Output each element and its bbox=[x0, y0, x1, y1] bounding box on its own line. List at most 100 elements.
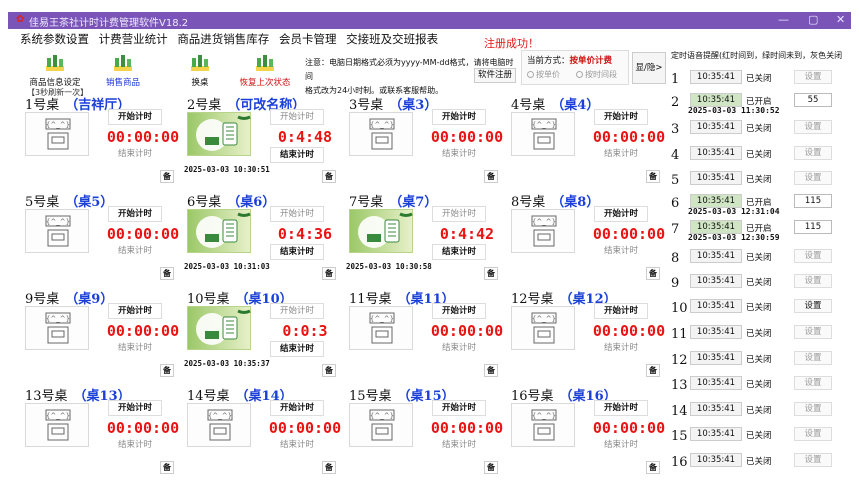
note-button[interactable]: 备 bbox=[322, 461, 336, 474]
tea-table-icon[interactable]: {^_^} bbox=[511, 306, 575, 350]
end-timer-button[interactable]: 结束计时 bbox=[432, 341, 486, 357]
note-button[interactable]: 备 bbox=[646, 461, 660, 474]
menu-inventory[interactable]: 商品进货销售库存 bbox=[177, 32, 269, 46]
reminder-time-field[interactable]: 10:35:41 bbox=[690, 171, 742, 185]
note-button[interactable]: 备 bbox=[322, 170, 336, 183]
reminder-set-button[interactable]: 设置 bbox=[794, 427, 832, 441]
end-timer-button[interactable]: 结束计时 bbox=[432, 244, 486, 260]
reminder-set-button[interactable]: 设置 bbox=[794, 70, 832, 84]
maximize-button[interactable]: ▢ bbox=[808, 13, 818, 26]
menu-member-card[interactable]: 会员卡管理 bbox=[279, 32, 337, 46]
reminder-set-button[interactable]: 设置 bbox=[794, 249, 832, 263]
end-timer-button[interactable]: 结束计时 bbox=[594, 244, 648, 260]
end-timer-button[interactable]: 结束计时 bbox=[432, 147, 486, 163]
end-timer-button[interactable]: 结束计时 bbox=[108, 438, 162, 454]
reminder-time-field[interactable]: 10:35:41 bbox=[690, 274, 742, 288]
end-timer-button[interactable]: 结束计时 bbox=[108, 341, 162, 357]
reminder-time-field[interactable]: 10:35:41 bbox=[690, 351, 742, 365]
note-button[interactable]: 备 bbox=[646, 170, 660, 183]
tea-table-icon[interactable]: {^_^} bbox=[25, 403, 89, 447]
note-button[interactable]: 备 bbox=[160, 364, 174, 377]
start-timer-button[interactable]: 开始计时 bbox=[594, 303, 648, 319]
reminder-set-button[interactable]: 设置 bbox=[794, 402, 832, 416]
tea-table-icon[interactable]: {^_^} bbox=[511, 112, 575, 156]
tea-table-icon[interactable]: {^_^} bbox=[25, 306, 89, 350]
toolbar-button-1[interactable]: 商品信息设定 bbox=[20, 48, 90, 88]
reminder-set-button[interactable]: 设置 bbox=[794, 376, 832, 390]
tea-table-active-icon[interactable] bbox=[349, 209, 413, 253]
start-timer-button[interactable]: 开始计时 bbox=[270, 206, 324, 222]
reminder-minutes-input[interactable]: 115 bbox=[794, 194, 832, 208]
reminder-time-field[interactable]: 10:35:41 bbox=[690, 299, 742, 313]
tea-table-icon[interactable]: {^_^} bbox=[25, 209, 89, 253]
end-timer-button[interactable]: 结束计时 bbox=[594, 341, 648, 357]
tea-table-icon[interactable]: {^_^} bbox=[511, 403, 575, 447]
menu-shift-report[interactable]: 交接班及交班报表 bbox=[346, 32, 438, 46]
reminder-set-button[interactable]: 设置 bbox=[794, 171, 832, 185]
note-button[interactable]: 备 bbox=[646, 267, 660, 280]
reminder-time-field[interactable]: 10:35:41 bbox=[690, 70, 742, 84]
minimize-button[interactable]: — bbox=[778, 13, 789, 26]
reminder-time-field[interactable]: 10:35:41 bbox=[690, 194, 742, 208]
reminder-time-field[interactable]: 10:35:41 bbox=[690, 427, 742, 441]
note-button[interactable]: 备 bbox=[484, 461, 498, 474]
note-button[interactable]: 备 bbox=[322, 364, 336, 377]
tea-table-active-icon[interactable] bbox=[187, 209, 251, 253]
start-timer-button[interactable]: 开始计时 bbox=[108, 400, 162, 416]
reminder-minutes-input[interactable]: 115 bbox=[794, 220, 832, 234]
radio-time-period[interactable]: 按时间段 bbox=[576, 69, 617, 80]
end-timer-button[interactable]: 结束计时 bbox=[108, 244, 162, 260]
start-timer-button[interactable]: 开始计时 bbox=[594, 109, 648, 125]
toolbar-button-2[interactable]: 销售商品 bbox=[88, 48, 158, 88]
show-hide-button[interactable]: 显/隐> bbox=[632, 52, 666, 84]
tea-table-icon[interactable]: {^_^} bbox=[187, 403, 251, 447]
start-timer-button[interactable]: 开始计时 bbox=[270, 109, 324, 125]
tea-table-icon[interactable]: {^_^} bbox=[511, 209, 575, 253]
note-button[interactable]: 备 bbox=[322, 267, 336, 280]
reminder-time-field[interactable]: 10:35:41 bbox=[690, 93, 742, 107]
end-timer-button[interactable]: 结束计时 bbox=[108, 147, 162, 163]
reminder-set-button[interactable]: 设置 bbox=[794, 453, 832, 467]
end-timer-button[interactable]: 结束计时 bbox=[270, 341, 324, 357]
reminder-time-field[interactable]: 10:35:41 bbox=[690, 402, 742, 416]
reminder-set-button[interactable]: 设置 bbox=[794, 299, 832, 313]
reminder-set-button[interactable]: 设置 bbox=[794, 274, 832, 288]
start-timer-button[interactable]: 开始计时 bbox=[432, 206, 486, 222]
start-timer-button[interactable]: 开始计时 bbox=[432, 109, 486, 125]
note-button[interactable]: 备 bbox=[160, 461, 174, 474]
register-button[interactable]: 软件注册 bbox=[474, 68, 516, 83]
reminder-time-field[interactable]: 10:35:41 bbox=[690, 376, 742, 390]
note-button[interactable]: 备 bbox=[160, 267, 174, 280]
reminder-time-field[interactable]: 10:35:41 bbox=[690, 220, 742, 234]
start-timer-button[interactable]: 开始计时 bbox=[108, 109, 162, 125]
start-timer-button[interactable]: 开始计时 bbox=[594, 206, 648, 222]
reminder-set-button[interactable]: 设置 bbox=[794, 351, 832, 365]
start-timer-button[interactable]: 开始计时 bbox=[432, 400, 486, 416]
note-button[interactable]: 备 bbox=[646, 364, 660, 377]
start-timer-button[interactable]: 开始计时 bbox=[270, 400, 324, 416]
tea-table-icon[interactable]: {^_^} bbox=[349, 403, 413, 447]
toolbar-button-4[interactable]: 恢复上次状态 bbox=[230, 48, 300, 88]
start-timer-button[interactable]: 开始计时 bbox=[270, 303, 324, 319]
start-timer-button[interactable]: 开始计时 bbox=[594, 400, 648, 416]
menu-billing-stats[interactable]: 计费营业统计 bbox=[99, 32, 168, 46]
reminder-time-field[interactable]: 10:35:41 bbox=[690, 249, 742, 263]
tea-table-icon[interactable]: {^_^} bbox=[25, 112, 89, 156]
end-timer-button[interactable]: 结束计时 bbox=[270, 147, 324, 163]
tea-table-active-icon[interactable] bbox=[187, 112, 251, 156]
end-timer-button[interactable]: 结束计时 bbox=[594, 147, 648, 163]
note-button[interactable]: 备 bbox=[484, 170, 498, 183]
end-timer-button[interactable]: 结束计时 bbox=[270, 438, 324, 454]
reminder-time-field[interactable]: 10:35:41 bbox=[690, 146, 742, 160]
reminder-minutes-input[interactable]: 55 bbox=[794, 93, 832, 107]
reminder-set-button[interactable]: 设置 bbox=[794, 325, 832, 339]
note-button[interactable]: 备 bbox=[484, 267, 498, 280]
reminder-set-button[interactable]: 设置 bbox=[794, 120, 832, 134]
end-timer-button[interactable]: 结束计时 bbox=[432, 438, 486, 454]
start-timer-button[interactable]: 开始计时 bbox=[108, 303, 162, 319]
close-button[interactable]: ✕ bbox=[836, 13, 845, 26]
start-timer-button[interactable]: 开始计时 bbox=[432, 303, 486, 319]
end-timer-button[interactable]: 结束计时 bbox=[594, 438, 648, 454]
reminder-set-button[interactable]: 设置 bbox=[794, 146, 832, 160]
tea-table-icon[interactable]: {^_^} bbox=[349, 306, 413, 350]
